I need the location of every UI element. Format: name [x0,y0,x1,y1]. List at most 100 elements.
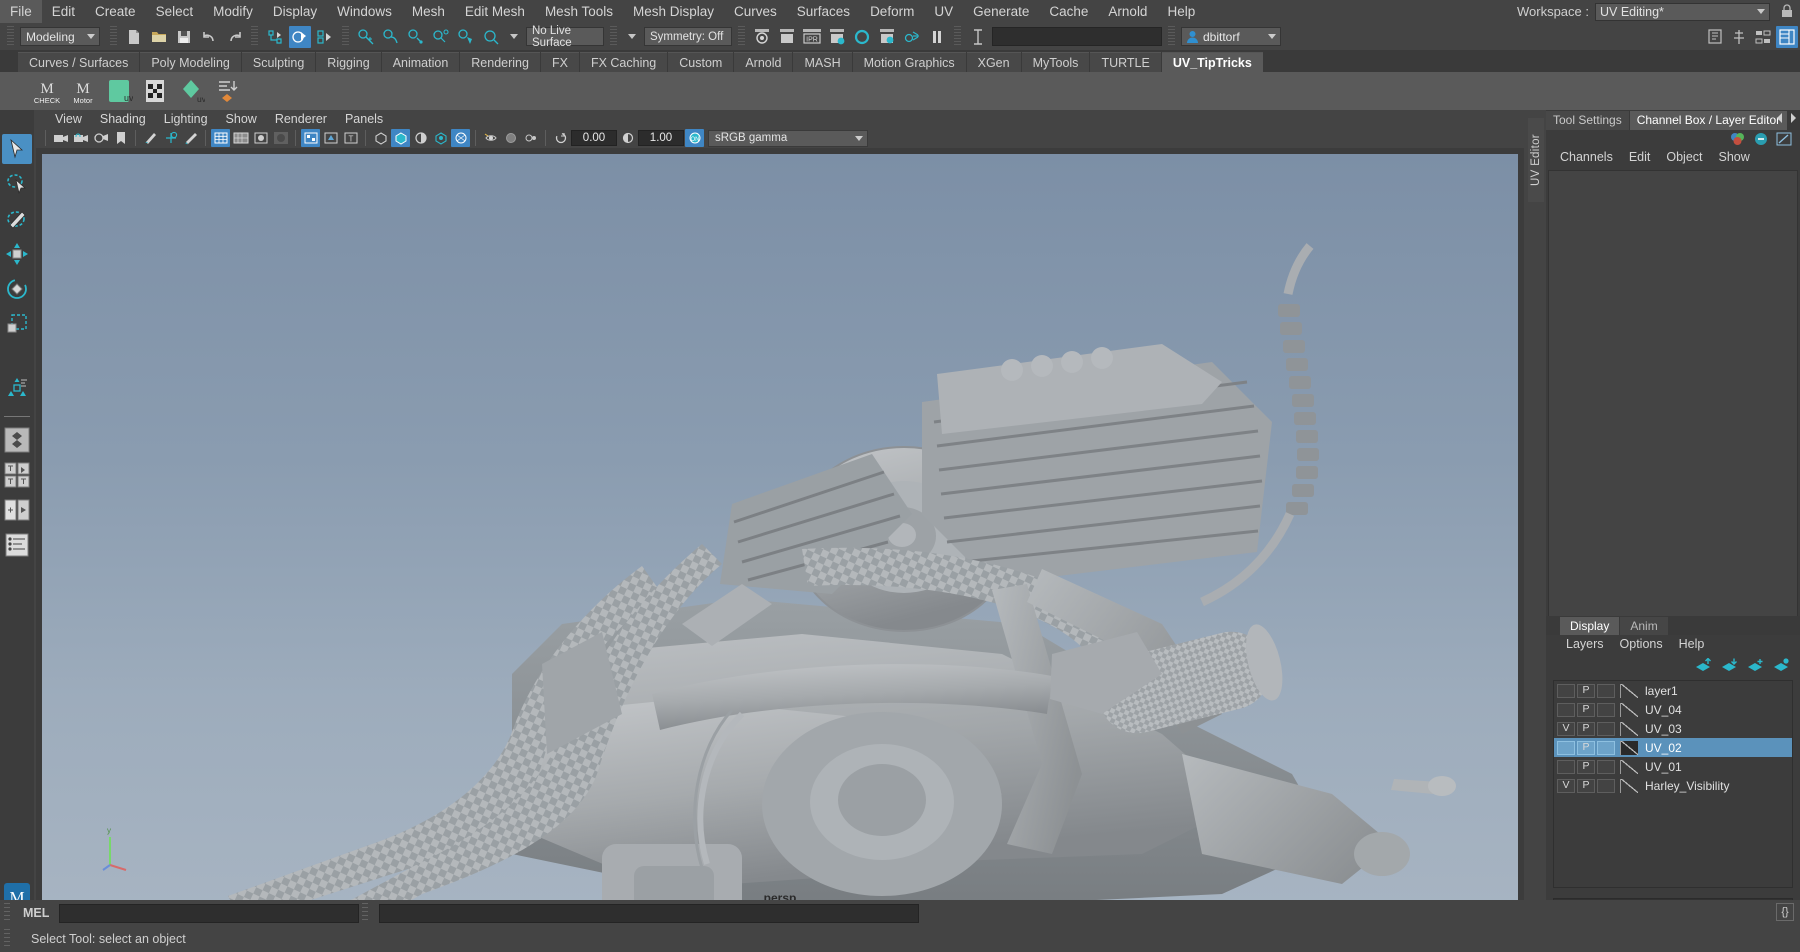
menu-mesh-tools[interactable]: Mesh Tools [535,0,623,23]
group-grip-3[interactable] [342,26,349,47]
rotate-tool-icon[interactable] [2,274,32,304]
shelf-tab-custom[interactable]: Custom [668,52,734,72]
tab-next-icon[interactable] [1789,112,1798,124]
mel-command-input[interactable] [59,903,360,923]
menu-deform[interactable]: Deform [860,0,924,23]
layer-color-swatch[interactable] [1620,683,1638,698]
channel-box-content[interactable] [1548,170,1798,620]
workspace-dropdown[interactable]: UV Editing* [1595,2,1770,21]
layer-menu-options[interactable]: Options [1612,635,1671,654]
channel-box-expression-icon[interactable] [1753,132,1769,146]
viewport-menu-renderer[interactable]: Renderer [266,110,336,128]
render-current-frame-icon[interactable] [751,26,773,48]
menu-edit[interactable]: Edit [42,0,85,23]
shelf-button-uv-checker[interactable] [140,76,170,106]
shelf-tab-rendering[interactable]: Rendering [460,52,540,72]
shelf-tab-xgen[interactable]: XGen [966,52,1021,72]
command-line-grip[interactable] [4,903,10,923]
make-live-icon[interactable] [480,26,502,48]
show-manipulator-tool-icon[interactable] [2,373,32,403]
tab-channel-box-layer-editor[interactable]: Channel Box / Layer Editor [1629,111,1788,130]
shelf-button-check[interactable]: M CHECK [32,76,62,106]
paint-select-tool-icon[interactable] [2,204,32,234]
new-layer-from-selected-icon[interactable] [1773,657,1790,672]
layer-display-type-toggle[interactable] [1597,778,1615,793]
channel-menu-edit[interactable]: Edit [1621,148,1659,167]
move-layer-down-icon[interactable] [1721,658,1738,672]
two-pane-layout-icon[interactable] [2,495,32,525]
selection-field-mode-icon[interactable] [967,26,989,48]
shelf-tab-fx-caching[interactable]: FX Caching [579,52,668,72]
user-account-dropdown[interactable]: dbittorf [1181,27,1281,46]
layer-row-uv01[interactable]: P UV_01 [1554,757,1792,776]
menu-help[interactable]: Help [1157,0,1205,23]
command-output-grip[interactable] [362,903,369,923]
layer-color-swatch[interactable] [1620,778,1638,793]
shelf-button-uv-green-diamond[interactable]: uv [176,76,206,106]
shelf-tab-animation[interactable]: Animation [381,52,460,72]
gamma-value-field[interactable]: 1.00 [638,130,684,146]
layer-visibility-toggle[interactable]: V [1557,778,1575,793]
layer-color-swatch[interactable] [1620,740,1638,755]
viewport-menu-shading[interactable]: Shading [91,110,155,128]
viewport-menu-view[interactable]: View [46,110,91,128]
live-surface-field[interactable]: No Live Surface [526,25,604,49]
wireframe-mode-icon[interactable] [211,129,230,147]
layer-display-type-toggle[interactable] [1597,721,1615,736]
menu-generate[interactable]: Generate [963,0,1039,23]
shelf-tab-rigging[interactable]: Rigging [316,52,381,72]
script-editor-icon[interactable]: {} [1776,903,1794,921]
attribute-editor-toggle-icon[interactable] [1728,26,1750,48]
shelf-tab-uv-tiptricks[interactable]: UV_TipTricks [1161,52,1263,72]
lock-icon[interactable] [1780,3,1794,19]
new-layer-icon[interactable] [1747,658,1764,672]
menu-curves[interactable]: Curves [724,0,787,23]
gamma-reset-icon[interactable] [618,129,637,147]
group-grip-6[interactable] [954,26,961,47]
layer-playback-toggle[interactable]: P [1577,740,1595,755]
shelf-button-uv-transfer[interactable] [212,76,242,106]
layer-playback-toggle[interactable]: P [1577,683,1595,698]
layer-visibility-toggle[interactable]: V [1557,721,1575,736]
modeling-toolkit-toggle-icon[interactable] [1704,26,1726,48]
menu-file[interactable]: File [0,0,42,23]
move-tool-icon[interactable] [2,239,32,269]
lasso-select-tool-icon[interactable] [2,169,32,199]
select-by-component-type-icon[interactable] [314,26,336,48]
tab-anim-layers[interactable]: Anim [1620,617,1668,635]
layer-row-uv03[interactable]: V P UV_03 [1554,719,1792,738]
group-grip-4[interactable] [610,26,617,47]
menu-cache[interactable]: Cache [1039,0,1098,23]
save-scene-icon[interactable] [173,26,195,48]
channel-menu-channels[interactable]: Channels [1552,148,1621,167]
chevron-down-icon[interactable] [510,34,518,39]
shelf-tab-fx[interactable]: FX [540,52,579,72]
layer-visibility-toggle[interactable] [1557,740,1575,755]
tool-settings-toggle-icon[interactable] [1752,26,1774,48]
textured-mode-icon[interactable] [301,129,320,147]
bookmark-icon[interactable] [111,129,130,147]
multisample-aa-icon[interactable] [431,129,450,147]
select-tool-icon[interactable] [2,134,32,164]
redo-previous-render-icon[interactable] [776,26,798,48]
viewport-3d-canvas[interactable]: y persp [42,154,1518,911]
group-grip-7[interactable] [1168,26,1175,47]
lock-camera-icon[interactable] [71,129,90,147]
menu-mesh-display[interactable]: Mesh Display [623,0,724,23]
layer-playback-toggle[interactable]: P [1577,759,1595,774]
pause-render-icon[interactable] [926,26,948,48]
wireframe-on-shaded-icon[interactable] [231,129,250,147]
tab-display-layers[interactable]: Display [1560,617,1620,635]
xray-mode-icon[interactable] [501,129,520,147]
menu-select[interactable]: Select [146,0,204,23]
help-line-grip[interactable] [4,929,10,949]
menu-arnold[interactable]: Arnold [1098,0,1157,23]
isolate-select-icon[interactable] [481,129,500,147]
exposure-reset-icon[interactable] [551,129,570,147]
mel-command-output[interactable] [379,903,920,923]
viewport-menu-panels[interactable]: Panels [336,110,392,128]
single-perspective-layout-icon[interactable] [2,425,32,455]
select-camera-icon[interactable] [51,129,70,147]
grid-display-icon[interactable] [161,129,180,147]
menu-surfaces[interactable]: Surfaces [787,0,860,23]
